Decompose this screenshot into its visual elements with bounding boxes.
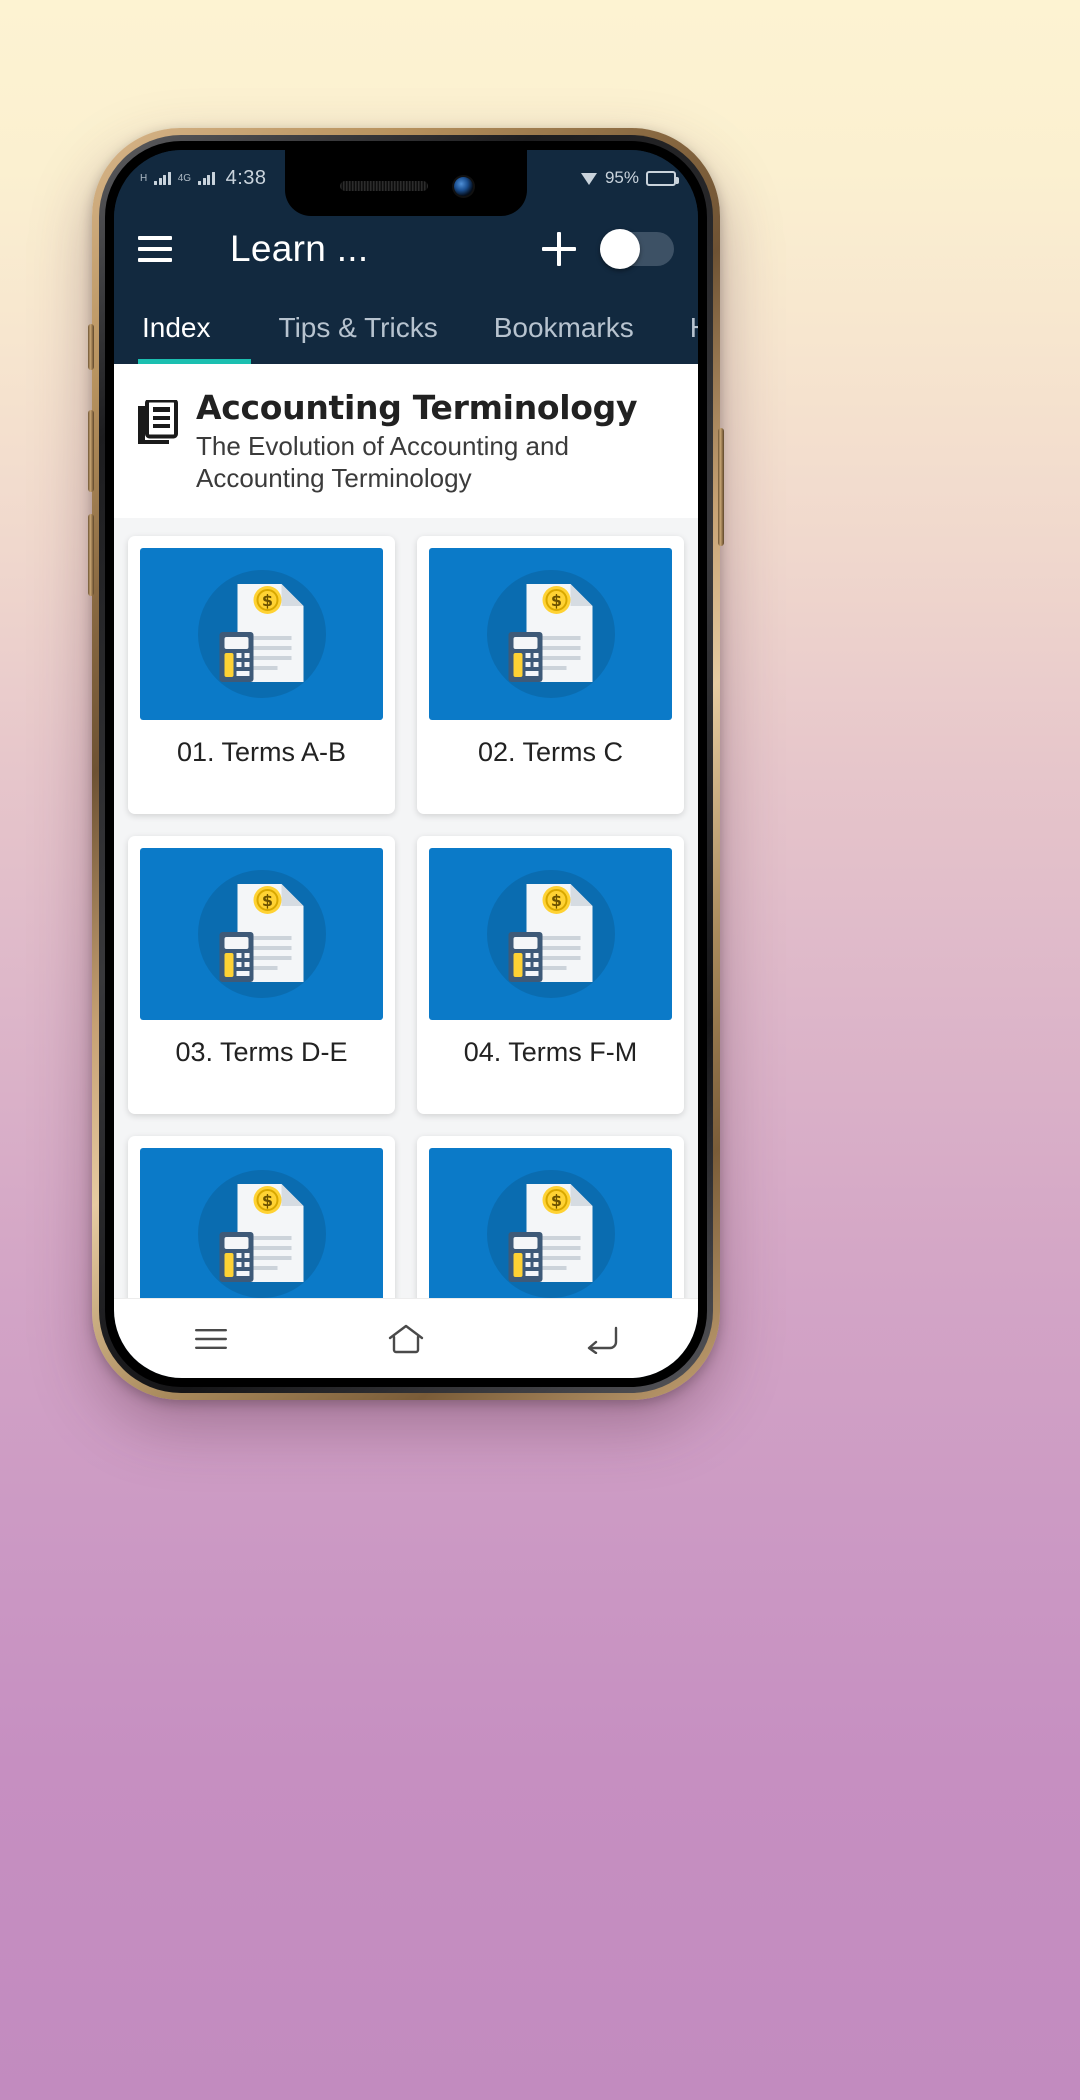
tab-help-center[interactable]: Help Ce	[662, 292, 698, 364]
phone-volume-down-button	[88, 514, 94, 596]
front-camera-icon	[453, 176, 473, 196]
tab-label: Index	[142, 312, 211, 343]
course-tile[interactable]: $ 04. Terms F-M	[417, 836, 684, 1115]
course-header-card: Accounting Terminology The Evolution of …	[114, 364, 698, 519]
phone-bezel: H 4G 4:38 95% Learn ... Index Tips & Tri…	[105, 141, 707, 1387]
phone-screen: H 4G 4:38 95% Learn ... Index Tips & Tri…	[114, 150, 698, 1378]
back-icon[interactable]	[561, 1311, 641, 1367]
accounting-document-calculator-illustration: $	[140, 1148, 383, 1298]
svg-text:$: $	[551, 1191, 562, 1210]
course-tile[interactable]: $ 06. Terms P-S	[417, 1136, 684, 1298]
accounting-document-calculator-illustration: $	[140, 548, 383, 721]
theme-toggle-switch[interactable]	[600, 229, 674, 269]
page-subtitle: The Evolution of Accounting and Accounti…	[196, 430, 569, 493]
phone-power-button	[718, 428, 724, 546]
phone-inner-frame: H 4G 4:38 95% Learn ... Index Tips & Tri…	[99, 135, 713, 1393]
android-navigation-bar	[114, 1298, 698, 1378]
course-tile-grid: $ 01. Terms A-B $ 02. Terms C $ 03. Term…	[114, 518, 698, 1298]
status-bar-clock: 4:38	[225, 166, 267, 189]
status-bar-right: 95%	[580, 168, 679, 188]
tab-bookmarks[interactable]: Bookmarks	[466, 292, 662, 364]
network-type-label-2: 4G	[177, 172, 192, 184]
tab-tips-and-tricks[interactable]: Tips & Tricks	[251, 292, 466, 364]
earpiece-speaker-icon	[339, 181, 428, 191]
recents-icon[interactable]	[171, 1311, 251, 1367]
svg-text:$: $	[551, 891, 562, 910]
app-title: Learn ...	[230, 228, 369, 269]
course-tile-label: 02. Terms C	[477, 737, 624, 768]
app-bar-actions	[542, 229, 674, 269]
tab-index[interactable]: Index	[138, 292, 251, 364]
svg-text:$: $	[262, 591, 273, 610]
course-tile-label: 03. Terms D-E	[175, 1037, 348, 1068]
phone-mute-switch	[88, 324, 94, 370]
status-bar-left: H 4G 4:38	[140, 167, 267, 190]
course-tile[interactable]: $ 03. Terms D-E	[128, 836, 395, 1115]
toggle-knob	[600, 229, 640, 269]
page-title: Accounting Terminology	[196, 388, 638, 427]
plus-icon[interactable]	[542, 232, 576, 266]
svg-text:$: $	[551, 591, 562, 610]
signal-strength-icon-1	[154, 171, 171, 185]
tab-label: Bookmarks	[493, 312, 634, 343]
tab-bar[interactable]: Index Tips & Tricks Bookmarks Help Ce	[114, 292, 698, 364]
accounting-document-calculator-illustration: $	[429, 1148, 672, 1298]
phone-volume-up-button	[88, 410, 94, 492]
course-tile[interactable]: $ 02. Terms C	[417, 536, 684, 815]
accounting-document-calculator-illustration: $	[429, 548, 672, 721]
svg-text:$: $	[262, 1191, 273, 1210]
phone-mockup: H 4G 4:38 95% Learn ... Index Tips & Tri…	[88, 128, 724, 1400]
wifi-icon	[580, 172, 598, 185]
battery-icon	[646, 170, 679, 186]
accounting-document-calculator-illustration: $	[429, 848, 672, 1021]
hamburger-menu-icon[interactable]	[138, 236, 172, 262]
network-type-label-1: H	[140, 172, 148, 184]
svg-text:$: $	[262, 891, 273, 910]
course-tile[interactable]: $ 05. Terms N-O	[128, 1136, 395, 1298]
course-tile[interactable]: $ 01. Terms A-B	[128, 536, 395, 815]
course-header-text: Accounting Terminology The Evolution of …	[196, 388, 676, 494]
document-stack-icon	[136, 398, 178, 449]
accounting-document-calculator-illustration: $	[140, 848, 383, 1021]
home-icon[interactable]	[366, 1311, 446, 1367]
app-bar: Learn ...	[114, 206, 698, 292]
content-area: Accounting Terminology The Evolution of …	[114, 364, 698, 1298]
tab-label: Tips & Tricks	[278, 312, 438, 343]
battery-percentage-label: 95%	[604, 168, 639, 187]
tab-label: Help Ce	[690, 312, 698, 344]
signal-strength-icon-2	[198, 171, 215, 185]
course-tile-label: 01. Terms A-B	[176, 737, 347, 768]
phone-notch	[285, 150, 527, 216]
course-tile-label: 04. Terms F-M	[463, 1037, 638, 1068]
